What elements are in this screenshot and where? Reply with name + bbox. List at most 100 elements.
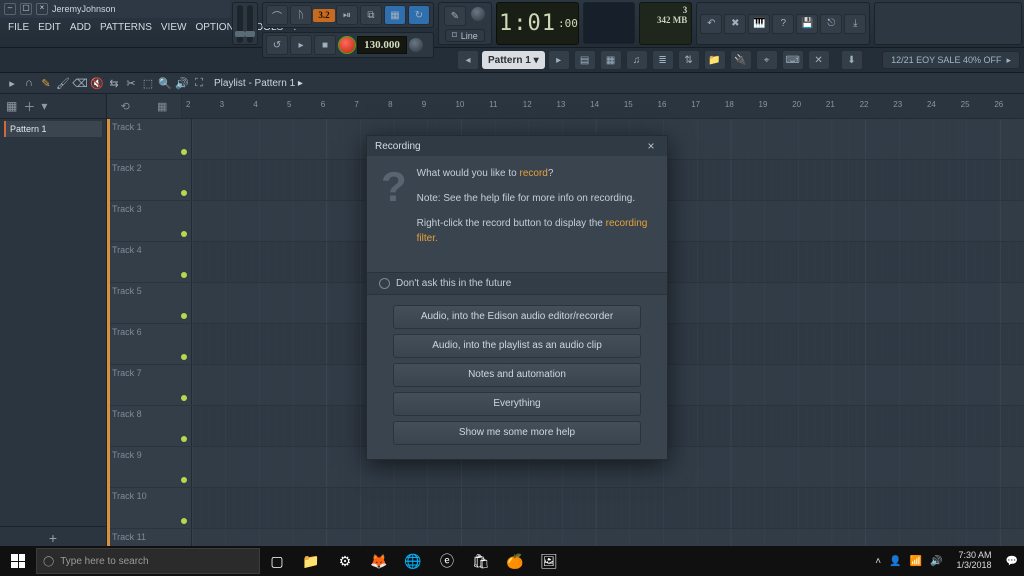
track-header[interactable]: Track 10 [107, 488, 192, 528]
snap-selector[interactable]: ⌑Line [445, 29, 485, 42]
taskbar-search[interactable]: ◯ Type here to search [36, 548, 260, 574]
loop-rec-icon[interactable]: ↻ [408, 5, 430, 25]
wait-input-icon[interactable]: ⏯ [336, 5, 358, 25]
track-mute-dot[interactable] [181, 477, 187, 483]
help-icon[interactable]: ? [772, 14, 794, 34]
countdown-icon[interactable]: ⧉ [360, 5, 382, 25]
play-button[interactable]: ▸ [290, 35, 312, 55]
pattern-selector[interactable]: Pattern 1 ▾ [482, 51, 545, 69]
tempo-tapper-icon[interactable]: ⌖ [756, 50, 778, 70]
view-pianoroll-icon[interactable]: ♫ [626, 50, 648, 70]
taskbar-explorer-icon[interactable]: 📁 [294, 546, 328, 576]
track-mute-dot[interactable] [181, 272, 187, 278]
playback-tool-icon[interactable]: 🔊 [174, 75, 190, 91]
magnet-icon[interactable]: ∩ [21, 75, 37, 91]
record-option-edison[interactable]: Audio, into the Edison audio editor/reco… [393, 305, 641, 329]
record-option-notes[interactable]: Notes and automation [393, 363, 641, 387]
tray-notifications-icon[interactable]: 💬 [1006, 556, 1018, 567]
tray-volume-icon[interactable]: 🔊 [930, 556, 942, 567]
zoom-tool-icon[interactable]: 🔍 [157, 75, 173, 91]
close-icon[interactable]: × [36, 3, 48, 15]
track-header[interactable]: Track 1 [107, 119, 192, 159]
taskbar-edge-icon[interactable]: ⓔ [430, 546, 464, 576]
meter-display[interactable]: 3.2 [313, 9, 335, 22]
track-header[interactable]: Track 2 [107, 160, 192, 200]
view-playlist-icon[interactable]: ▤ [574, 50, 596, 70]
taskbar-photos-icon[interactable]: 🖼 [532, 546, 566, 576]
master-volume-slider[interactable] [237, 5, 243, 43]
pat-song-toggle[interactable]: ⌒ [266, 5, 288, 25]
view-channelrack-icon[interactable]: ≣ [652, 50, 674, 70]
download-icon[interactable]: ⬇ [841, 50, 863, 70]
track-header[interactable]: Track 5 [107, 283, 192, 323]
track-header[interactable]: Track 7 [107, 365, 192, 405]
task-view-icon[interactable]: ▢ [260, 546, 294, 576]
record-button[interactable] [338, 36, 356, 54]
picker-add-icon[interactable]: ＋ [23, 98, 35, 115]
record-option-everything[interactable]: Everything [393, 392, 641, 416]
dialog-titlebar[interactable]: Recording × [367, 136, 667, 156]
view-stepseq-icon[interactable]: ▦ [600, 50, 622, 70]
close-windows-icon[interactable]: ✕ [808, 50, 830, 70]
delete-tool-icon[interactable]: ⌫ [72, 75, 88, 91]
close-all-icon[interactable]: ✖ [724, 14, 746, 34]
tempo-fine-knob[interactable] [409, 38, 423, 52]
record-link[interactable]: record [519, 168, 547, 179]
step-view-icon[interactable]: ▦ [157, 100, 167, 113]
record-option-help[interactable]: Show me some more help [393, 421, 641, 445]
swing-knob[interactable] [471, 7, 485, 21]
restore-icon[interactable]: ▢ [20, 3, 32, 15]
slip-tool-icon[interactable]: ⇆ [106, 75, 122, 91]
pattern-next-icon[interactable]: ▸ [548, 50, 570, 70]
track-mute-dot[interactable] [181, 313, 187, 319]
tray-chevron-icon[interactable]: ˄ [875, 556, 881, 567]
song-mode-icon[interactable]: ↺ [266, 35, 288, 55]
menu-patterns[interactable]: PATTERNS [96, 20, 156, 35]
track-mute-dot[interactable] [181, 190, 187, 196]
master-pitch-slider[interactable] [247, 5, 253, 43]
save-icon[interactable]: 💾 [796, 14, 818, 34]
select-tool-icon[interactable]: ⬚ [140, 75, 156, 91]
track-header[interactable]: Track 3 [107, 201, 192, 241]
menu-add[interactable]: ADD [66, 20, 95, 35]
taskbar-settings-icon[interactable]: ⚙ [328, 546, 362, 576]
metronome-icon[interactable]: ᚢ [290, 5, 312, 25]
render-icon[interactable]: ⎋ [820, 14, 842, 34]
record-option-playlist[interactable]: Audio, into the playlist as an audio cli… [393, 334, 641, 358]
taskbar-fl-icon[interactable]: 🍊 [498, 546, 532, 576]
taskbar-store-icon[interactable]: 🛍 [464, 546, 498, 576]
step-edit-icon[interactable]: ✎ [444, 6, 466, 26]
track-mute-dot[interactable] [181, 354, 187, 360]
track-mute-dot[interactable] [181, 395, 187, 401]
track-mute-dot[interactable] [181, 518, 187, 524]
track-mute-dot[interactable] [181, 231, 187, 237]
news-promo[interactable]: 12/21 EOY SALE 40% OFF ▸ [882, 51, 1020, 69]
menu-file[interactable]: FILE [4, 20, 33, 35]
undo-icon[interactable]: ↶ [700, 14, 722, 34]
tempo-display[interactable]: 130.000 [357, 36, 407, 54]
dialog-close-icon[interactable]: × [643, 139, 659, 153]
menu-view[interactable]: VIEW [157, 20, 191, 35]
timeline-ruler[interactable]: 2345678910111213141516171819202122232425… [182, 94, 1024, 118]
view-mixer-icon[interactable]: ⇅ [678, 50, 700, 70]
plugin-picker-icon[interactable]: 🔌 [730, 50, 752, 70]
export-icon[interactable]: ⤓ [844, 14, 866, 34]
slice-tool-icon[interactable]: ✂ [123, 75, 139, 91]
pattern-prev-icon[interactable]: ◂ [457, 50, 479, 70]
taskbar-clock[interactable]: 7:30 AM1/3/2018 [951, 551, 998, 571]
playhead-marker[interactable] [107, 119, 110, 549]
menu-edit[interactable]: EDIT [34, 20, 65, 35]
start-button[interactable] [0, 546, 36, 576]
picker-grid-icon[interactable]: ▦ [6, 99, 17, 113]
picker-menu-icon[interactable]: ▾ [41, 99, 47, 113]
midi-icon[interactable]: 🎹 [748, 14, 770, 34]
mute-tool-icon[interactable]: 🔇 [89, 75, 105, 91]
fullscreen-icon[interactable]: ⛶ [191, 75, 207, 91]
track-mute-dot[interactable] [181, 149, 187, 155]
auto-lock-icon[interactable]: ⟲ [121, 100, 130, 113]
taskbar-firefox-icon[interactable]: 🦊 [362, 546, 396, 576]
track-row[interactable]: Track 10 [107, 488, 1024, 529]
track-header[interactable]: Track 4 [107, 242, 192, 282]
pl-menu-icon[interactable]: ▸ [4, 75, 20, 91]
time-display[interactable]: 1:01:00 [496, 2, 579, 45]
